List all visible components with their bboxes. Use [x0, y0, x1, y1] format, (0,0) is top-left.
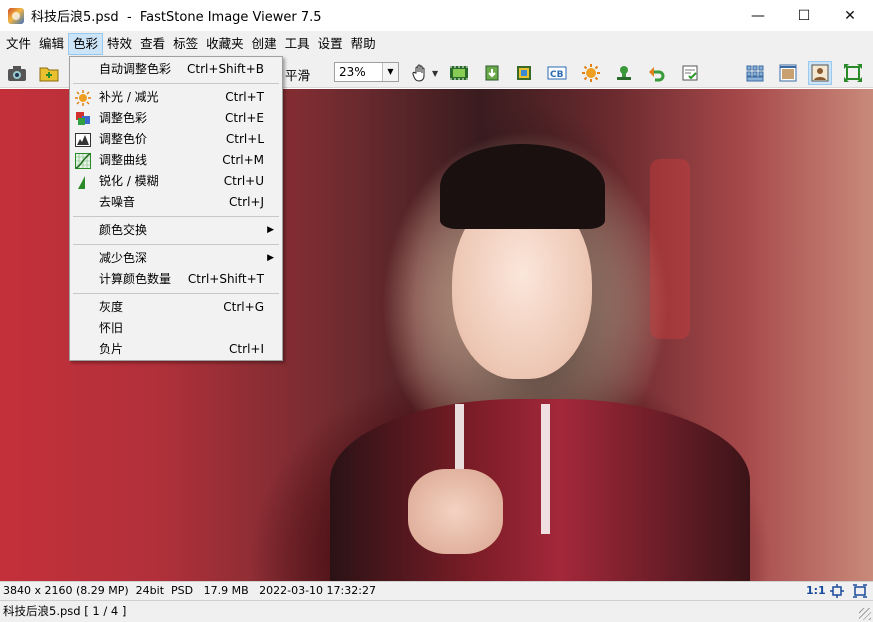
smooth-label[interactable]: 平滑	[285, 65, 310, 84]
menu-negative[interactable]: 负片 Ctrl+I	[70, 339, 282, 360]
stamp-icon[interactable]	[612, 61, 636, 85]
menu-color-swap[interactable]: 颜色交换 ▶	[70, 220, 282, 241]
color-squares-icon	[75, 111, 91, 127]
app-icon	[8, 7, 24, 24]
svg-text:CB: CB	[550, 70, 564, 80]
menu-edit[interactable]: 编辑	[35, 33, 68, 55]
menu-count-colors[interactable]: 计算颜色数量 Ctrl+Shift+T	[70, 269, 282, 290]
menu-grayscale[interactable]: 灰度 Ctrl+G	[70, 297, 282, 318]
menu-adjust-curves[interactable]: 调整曲线 Ctrl+M	[70, 150, 282, 171]
maximize-button[interactable]: ☐	[781, 0, 827, 31]
menu-separator	[73, 293, 279, 294]
browser-icon[interactable]	[776, 61, 800, 85]
menu-auto-color[interactable]: 自动调整色彩 Ctrl+Shift+B	[70, 59, 282, 80]
crop-icon[interactable]	[512, 61, 536, 85]
menu-bar: 文件 编辑 色彩 特效 查看 标签 收藏夹 创建 工具 设置 帮助	[0, 31, 873, 57]
hand-dropdown-arrow-icon[interactable]: ▼	[432, 69, 438, 78]
menu-sepia[interactable]: 怀旧	[70, 318, 282, 339]
menu-settings[interactable]: 设置	[314, 33, 347, 55]
close-button[interactable]: ✕	[827, 0, 873, 31]
window-title: 科技后浪5.psd - FastStone Image Viewer 7.5	[31, 10, 322, 25]
curves-icon	[75, 153, 91, 169]
status-bar: 3840 x 2160 (8.29 MP) 24bit PSD 17.9 MB …	[0, 581, 873, 600]
image-info: 3840 x 2160 (8.29 MP) 24bit PSD 17.9 MB …	[3, 584, 376, 597]
thumbnails-icon[interactable]	[743, 61, 767, 85]
photo-hands	[408, 469, 503, 554]
minimize-button[interactable]: —	[735, 0, 781, 31]
title-bar: 科技后浪5.psd - FastStone Image Viewer 7.5 —…	[0, 0, 873, 31]
menu-help[interactable]: 帮助	[347, 33, 380, 55]
menu-tags[interactable]: 标签	[169, 33, 202, 55]
zoom-value: 23%	[339, 65, 366, 79]
menu-favorites[interactable]: 收藏夹	[202, 33, 248, 55]
menu-separator	[73, 216, 279, 217]
actual-size-button[interactable]: 1:1	[806, 582, 826, 600]
file-position: 科技后浪5.psd [ 1 / 4 ]	[3, 604, 127, 618]
menu-file[interactable]: 文件	[2, 33, 35, 55]
menu-view[interactable]: 查看	[136, 33, 169, 55]
fullscreen-person-icon[interactable]	[808, 61, 832, 85]
menu-color[interactable]: 色彩	[68, 33, 104, 55]
menu-separator	[73, 83, 279, 84]
color-menu-dropdown: 自动调整色彩 Ctrl+Shift+B 补光 / 减光 Ctrl+T 调整色彩 …	[69, 56, 283, 361]
menu-create[interactable]: 创建	[248, 33, 281, 55]
menu-effects[interactable]: 特效	[103, 33, 136, 55]
undo-icon[interactable]	[645, 61, 669, 85]
file-position-bar: 科技后浪5.psd [ 1 / 4 ]	[0, 600, 873, 622]
menu-brightness[interactable]: 补光 / 减光 Ctrl+T	[70, 87, 282, 108]
sun-icon	[75, 90, 91, 106]
batch-icon[interactable]	[678, 61, 702, 85]
zoom-select[interactable]: 23% ▼	[334, 62, 399, 82]
export-icon[interactable]	[480, 61, 504, 85]
slideshow-icon[interactable]	[447, 61, 471, 85]
effects-icon[interactable]	[579, 61, 603, 85]
resize-grip-icon[interactable]	[859, 608, 871, 620]
menu-sharpen-blur[interactable]: 锐化 / 模糊 Ctrl+U	[70, 171, 282, 192]
menu-tools[interactable]: 工具	[281, 33, 314, 55]
fit-width-icon[interactable]	[830, 584, 844, 598]
levels-icon	[75, 132, 91, 148]
submenu-arrow-icon: ▶	[267, 253, 274, 263]
compare-icon[interactable]: CB	[545, 61, 569, 85]
camera-icon[interactable]	[5, 61, 29, 85]
menu-reduce-color-depth[interactable]: 减少色深 ▶	[70, 248, 282, 269]
fit-window-icon[interactable]	[853, 584, 867, 598]
hand-pan-icon[interactable]	[408, 61, 432, 85]
window-controls: — ☐ ✕	[735, 0, 873, 31]
menu-denoise[interactable]: 去噪音 Ctrl+J	[70, 192, 282, 213]
sharpen-icon	[75, 174, 91, 190]
chevron-down-icon[interactable]: ▼	[382, 63, 398, 81]
fit-screen-icon[interactable]	[841, 61, 865, 85]
menu-adjust-levels[interactable]: 调整色价 Ctrl+L	[70, 129, 282, 150]
menu-adjust-colors[interactable]: 调整色彩 Ctrl+E	[70, 108, 282, 129]
photo-bangs	[440, 144, 605, 229]
menu-separator	[73, 244, 279, 245]
open-folder-icon[interactable]	[37, 61, 61, 85]
submenu-arrow-icon: ▶	[267, 225, 274, 235]
